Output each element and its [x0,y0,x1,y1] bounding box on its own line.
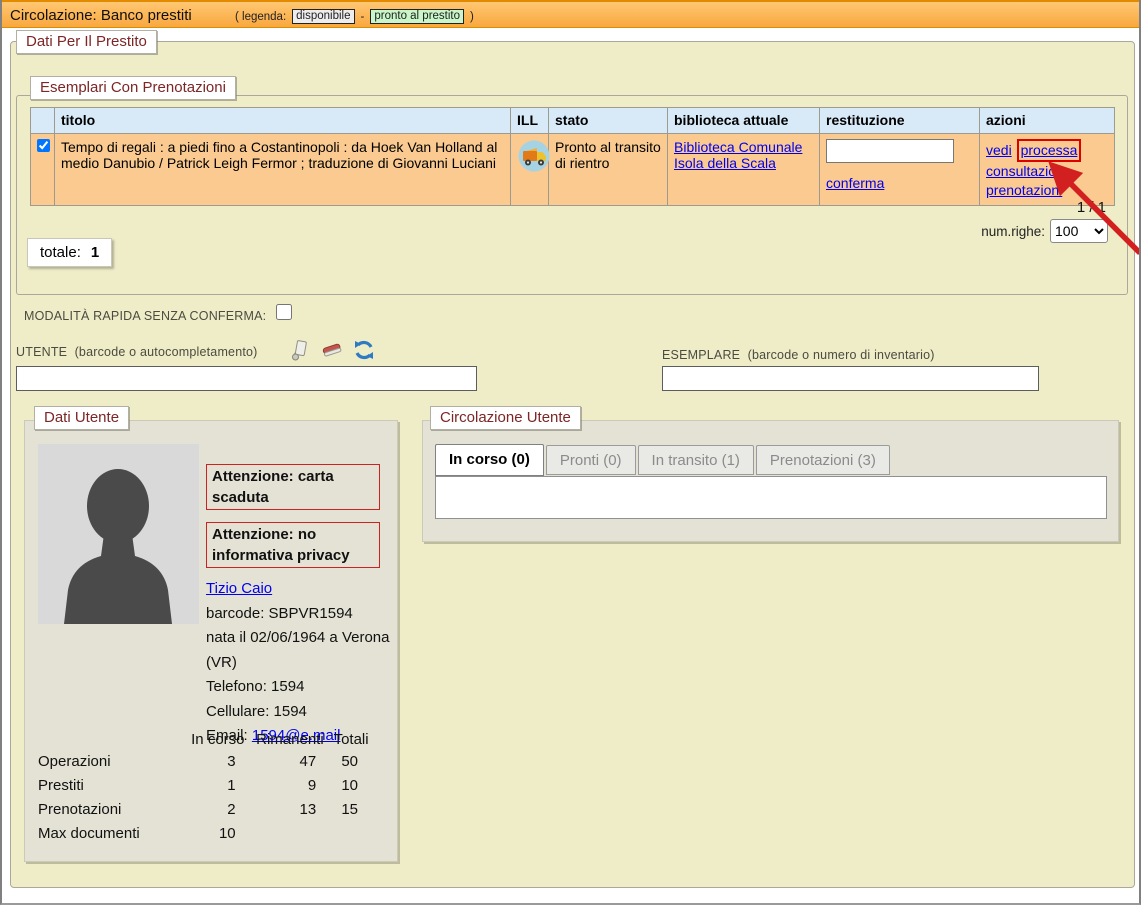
esemplare-hint: (barcode o numero di inventario) [748,348,935,362]
stats-row-operazioni: Operazioni 3 47 50 [38,750,372,774]
user-mobile: Cellulare: 1594 [206,700,392,725]
page-indicator: 1 / 1 [1077,199,1106,216]
esemplari-legend: Esemplari Con Prenotazioni [30,76,236,100]
utente-hint: (barcode o autocompletamento) [75,345,258,359]
tab-in-transito[interactable]: In transito (1) [638,445,754,475]
stats-header-row: In corso Rimanenti Totali [38,729,372,750]
dati-utente-legend: Dati Utente [34,406,129,430]
legend-badge-pronto-al-prestito: pronto al prestito [370,9,464,24]
eraser-icon[interactable] [320,338,344,362]
esemplari-table: titolo ILL stato biblioteca attuale rest… [30,107,1115,206]
utente-label: UTENTE (barcode o autocompletamento) [16,345,258,359]
conferma-link[interactable]: conferma [826,175,884,191]
person-silhouette-icon [38,444,199,624]
page-title: Circolazione: Banco prestiti [10,7,192,24]
esemplare-label: ESEMPLARE (barcode o numero di inventari… [662,348,935,362]
col-header-azioni: azioni [980,108,1115,134]
cell-azioni: vedi processa consultazione prenotazioni [980,134,1115,206]
biblioteca-link[interactable]: Biblioteca Comunale Isola della Scala [674,139,802,171]
utente-tools [288,338,376,362]
col-header-ill: ILL [511,108,549,134]
esemplare-input[interactable] [662,366,1039,391]
num-righe-label: num.righe: [981,224,1045,239]
cell-stato: Pronto al transito di rientro [549,134,668,206]
utente-label-text: UTENTE [16,345,67,359]
col-header-biblioteca: biblioteca attuale [668,108,820,134]
user-barcode: barcode: SBPVR1594 [206,602,392,627]
totale-label: totale: [40,244,81,261]
col-header-restituzione: restituzione [820,108,980,134]
vedi-link[interactable]: vedi [986,142,1012,158]
num-righe-control: num.righe: 100 [981,219,1108,243]
legend-prefix: ( legenda: [235,11,286,23]
restituzione-input[interactable] [826,139,954,163]
user-info: Tizio Caio barcode: SBPVR1594 nata il 02… [206,577,392,749]
tab-pronti[interactable]: Pronti (0) [546,445,636,475]
application-window: Circolazione: Banco prestiti ( legenda: … [0,0,1141,905]
table-header-row: titolo ILL stato biblioteca attuale rest… [31,108,1115,134]
user-stats-table: In corso Rimanenti Totali Operazioni 3 4… [38,729,372,846]
dati-per-il-prestito-legend: Dati Per Il Prestito [16,30,157,54]
user-name-link[interactable]: Tizio Caio [206,580,272,597]
row-checkbox[interactable] [37,139,50,152]
stats-row-prenotazioni: Prenotazioni 2 13 15 [38,798,372,822]
num-righe-select[interactable]: 100 [1050,219,1108,243]
refresh-icon[interactable] [352,338,376,362]
user-photo [38,444,199,624]
cell-restituzione: conferma [820,134,980,206]
stats-row-max-documenti: Max documenti 10 [38,822,372,846]
truck-icon [517,139,551,173]
tab-in-corso[interactable]: In corso (0) [435,444,544,476]
tab-prenotazioni[interactable]: Prenotazioni (3) [756,445,890,475]
circolazione-utente-legend: Circolazione Utente [430,406,581,430]
cell-biblioteca: Biblioteca Comunale Isola della Scala [668,134,820,206]
warning-no-privacy: Attenzione: no informativa privacy [206,522,380,568]
processa-highlight-box: processa [1017,139,1082,162]
prenotazioni-link[interactable]: prenotazioni [986,182,1062,198]
circolazione-utente-panel: In corso (0) Pronti (0) In transito (1) … [422,420,1119,542]
col-header-titolo: titolo [55,108,511,134]
legend-suffix: ) [470,11,474,23]
consultazione-link[interactable]: consultazione [986,163,1072,179]
warning-carta-scaduta: Attenzione: carta scaduta [206,464,380,510]
processa-link[interactable]: processa [1021,142,1078,158]
stats-header-totali: Totali [330,729,372,750]
legend-separator: - [361,11,365,23]
col-header-stato: stato [549,108,668,134]
user-birth: nata il 02/06/1964 a Verona (VR) [206,626,392,675]
cell-titolo: Tempo di regali : a piedi fino a Costant… [55,134,511,206]
totale-box: totale: 1 [27,238,112,267]
legend-badge-disponibile: disponibile [292,9,354,24]
tab-content-area [435,476,1107,519]
title-bar: Circolazione: Banco prestiti ( legenda: … [2,0,1139,28]
quick-mode-label: MODALITÀ RAPIDA SENZA CONFERMA: [24,309,266,323]
status-legend: ( legenda: disponibile - pronto al prest… [235,9,474,24]
stats-row-prestiti: Prestiti 1 9 10 [38,774,372,798]
table-row: Tempo di regali : a piedi fino a Costant… [31,134,1115,206]
scroll-icon[interactable] [288,338,312,362]
col-header-checkbox [31,108,55,134]
stats-header-in-corso: In corso [186,729,250,750]
utente-input[interactable] [16,366,477,391]
stats-header-rimanenti: Rimanenti [250,729,331,750]
totale-value: 1 [91,244,99,261]
cell-ill [511,134,549,206]
circolazione-tabs: In corso (0) Pronti (0) In transito (1) … [435,444,892,475]
user-phone: Telefono: 1594 [206,675,392,700]
quick-mode-checkbox[interactable] [276,304,292,320]
esemplare-label-text: ESEMPLARE [662,348,740,362]
dati-utente-panel: Attenzione: carta scaduta Attenzione: no… [24,420,398,862]
